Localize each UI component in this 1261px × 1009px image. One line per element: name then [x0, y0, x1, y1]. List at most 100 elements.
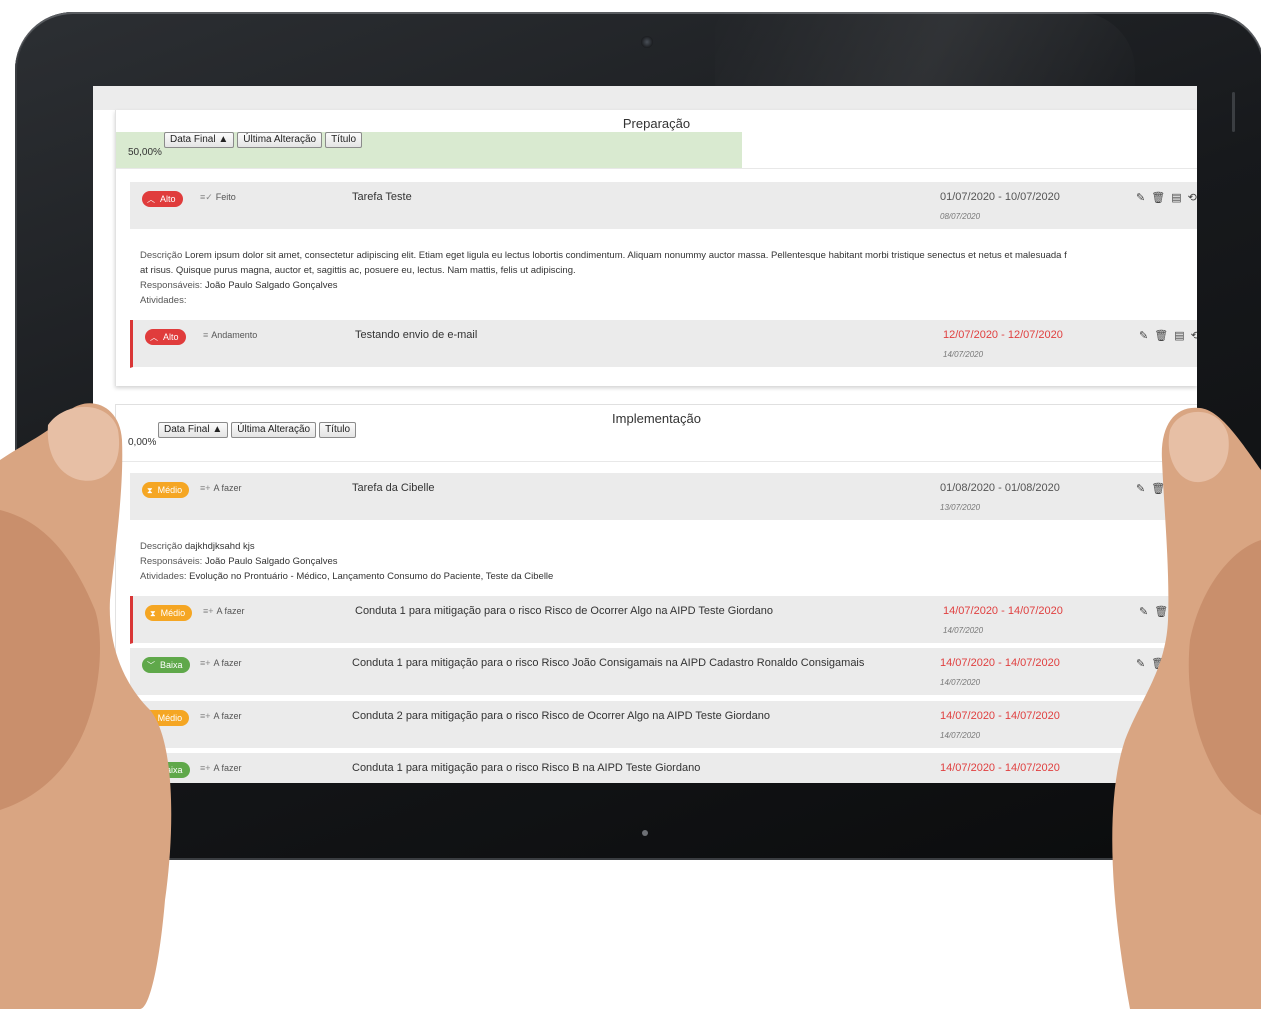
stage-preparacao: Preparação 50,00% Data Final ▲ Última Al…	[115, 110, 1197, 386]
pencil-icon[interactable]: ✎	[1139, 329, 1148, 342]
sort-ultima-alteracao-button[interactable]: Última Alteração	[231, 422, 317, 438]
responsaveis-text: João Paulo Salgado Gonçalves	[204, 556, 338, 567]
priority-label: Alto	[160, 194, 176, 204]
screen-top-bar	[93, 86, 1197, 110]
list-add-icon: ≡+	[200, 711, 211, 721]
task-updated-date: 14/07/2020	[940, 731, 981, 740]
task-updated-date: 14/07/2020	[943, 350, 984, 359]
task-date-range: 14/07/2020 - 14/07/2020	[940, 762, 1060, 774]
task-row[interactable]: ⧗ Médio ≡+ A fazer Conduta 1 para mitigaçã…	[130, 596, 1197, 644]
list-add-icon: ≡+	[200, 658, 211, 668]
task-row[interactable]: ﹀Baixa ≡+A fazer Conduta 1 para mitigaçã…	[130, 648, 1197, 696]
responsaveis-label: Responsáveis:	[140, 280, 203, 291]
divider	[116, 168, 1197, 169]
task-title[interactable]: Conduta 1 para mitigação para o risco Ri…	[352, 657, 864, 669]
task-title[interactable]: Conduta 1 para mitigação para o risco Ri…	[352, 762, 700, 774]
task-row[interactable]: ﹀Baixa ≡+A fazer Conduta 1 para mitigaçã…	[130, 753, 1197, 783]
description-line-2: at risus. Quisque purus magna, auctor et…	[140, 265, 576, 276]
atividades-line: Atividades: Evolução no Prontuário - Méd…	[140, 569, 1197, 584]
task-updated-date: 08/07/2020	[940, 212, 981, 221]
list-add-icon: ≡+	[203, 606, 214, 616]
atividades-line: Atividades:	[140, 293, 1197, 308]
stage-title: Preparação	[622, 116, 691, 131]
priority-badge: ︿ Alto	[142, 191, 183, 207]
sort-titulo-button[interactable]: Título	[319, 422, 357, 438]
list-check-icon: ≡✓	[200, 192, 213, 202]
description-line: Descrição Lorem ipsum dolor sit amet, co…	[140, 248, 1197, 263]
task-date-range: 01/07/2020 - 10/07/2020	[940, 191, 1060, 203]
task-date-range: 12/07/2020 - 12/07/2020	[943, 329, 1063, 341]
task-date-range: 01/08/2020 - 01/08/2020	[940, 482, 1060, 494]
task-status: ≡+ A fazer	[200, 711, 242, 721]
stage-progress-text: 50,00%	[128, 147, 162, 158]
atividades-label: Atividades:	[140, 295, 187, 306]
history-icon[interactable]: ⟲	[1188, 191, 1197, 204]
status-label: Andamento	[211, 330, 258, 340]
task-details: Descrição dajkhdjksahd kjs Responsáveis:…	[140, 539, 1197, 584]
tablet-side-button	[1232, 92, 1235, 132]
status-label: A fazer	[216, 606, 245, 616]
list-icon: ≡	[203, 330, 209, 340]
status-label: Feito	[215, 192, 236, 202]
status-label: A fazer	[213, 483, 242, 493]
sort-data-final-button[interactable]: Data Final ▲	[164, 132, 235, 148]
task-row[interactable]: ⧗ Médio ≡+ A fazer Tarefa da Cibelle 01/08…	[130, 473, 1197, 521]
divider	[116, 461, 1197, 462]
history-icon[interactable]: ⟲	[1191, 329, 1197, 342]
stage-implementacao: Implementação 0,00% Data Final ▲ Última …	[115, 404, 1197, 783]
list-add-icon: ≡+	[200, 483, 211, 493]
task-status: ≡ Andamento	[203, 330, 257, 340]
description-line: Descrição dajkhdjksahd kjs	[140, 539, 1197, 554]
task-title[interactable]: Conduta 1 para mitigação para o risco Ri…	[355, 605, 773, 617]
task-details: Descrição Lorem ipsum dolor sit amet, co…	[140, 248, 1197, 308]
task-updated-date: 13/07/2020	[940, 503, 981, 512]
sort-buttons: Data Final ▲ Última Alteração Título	[164, 132, 363, 148]
task-status: ≡+ A fazer	[200, 658, 242, 668]
description-text: dajkhdjksahd kjs	[184, 541, 255, 552]
chevron-up-icon: ︿	[150, 333, 158, 342]
task-status: ≡+ A fazer	[200, 483, 242, 493]
atividades-text: Evolução no Prontuário - Médico, Lançame…	[189, 571, 554, 582]
task-date-range: 14/07/2020 - 14/07/2020	[940, 710, 1060, 722]
status-label: A fazer	[213, 763, 242, 773]
pencil-icon[interactable]: ✎	[1136, 191, 1145, 204]
status-label: A fazer	[213, 711, 242, 721]
task-row[interactable]: ︿ Alto ≡✓ Feito Tarefa Teste 01/07/2020 - …	[130, 182, 1197, 230]
trash-icon[interactable]: 🗑	[1154, 329, 1168, 342]
task-title[interactable]: Tarefa da Cibelle	[352, 482, 435, 494]
comment-icon[interactable]: ▤	[1174, 329, 1184, 342]
left-hand	[0, 403, 172, 1009]
right-hand	[1112, 407, 1261, 1009]
sort-ultima-alteracao-button[interactable]: Última Alteração	[237, 132, 323, 148]
responsaveis-line: Responsáveis: João Paulo Salgado Gonçalv…	[140, 554, 1197, 569]
task-date-range: 14/07/2020 - 14/07/2020	[940, 657, 1060, 669]
comment-icon[interactable]: ▤	[1171, 191, 1181, 204]
sort-buttons: Data Final ▲ Última Alteração Título	[158, 422, 357, 438]
list-add-icon: ≡+	[200, 763, 211, 773]
task-title[interactable]: Tarefa Teste	[352, 191, 412, 203]
priority-badge: ︿ Alto	[145, 329, 186, 345]
task-title[interactable]: Conduta 2 para mitigação para o risco Ri…	[352, 710, 770, 722]
trash-icon[interactable]: 🗑	[1151, 191, 1165, 204]
task-updated-date: 14/07/2020	[940, 678, 981, 687]
status-label: A fazer	[213, 658, 242, 668]
task-row[interactable]: ︿ Alto ≡ Andamento Testando envio de e-mai…	[130, 320, 1197, 368]
task-title[interactable]: Testando envio de e-mail	[355, 329, 477, 341]
responsaveis-line: Responsáveis: João Paulo Salgado Gonçalv…	[140, 278, 1197, 293]
task-status: ≡✓ Feito	[200, 192, 236, 203]
task-status: ≡+ A fazer	[203, 606, 245, 616]
description-text: Lorem ipsum dolor sit amet, consectetur …	[184, 250, 1067, 261]
priority-label: Alto	[163, 332, 179, 342]
responsaveis-text: João Paulo Salgado Gonçalves	[204, 280, 338, 291]
task-status: ≡+ A fazer	[200, 763, 242, 773]
camera-icon	[641, 36, 653, 48]
task-actions: ✎ 🗑 ▤ ⟲	[1136, 191, 1197, 204]
chevron-up-icon: ︿	[147, 195, 155, 204]
sort-titulo-button[interactable]: Título	[325, 132, 363, 148]
home-indicator	[642, 830, 648, 836]
task-updated-date: 14/07/2020	[943, 626, 984, 635]
tablet-screen: Preparação 50,00% Data Final ▲ Última Al…	[93, 86, 1197, 783]
task-row[interactable]: ⧗Médio ≡+A fazer Conduta 2 para mitigaçã…	[130, 701, 1197, 749]
description-label: Descrição	[140, 250, 183, 261]
task-date-range: 14/07/2020 - 14/07/2020	[943, 605, 1063, 617]
